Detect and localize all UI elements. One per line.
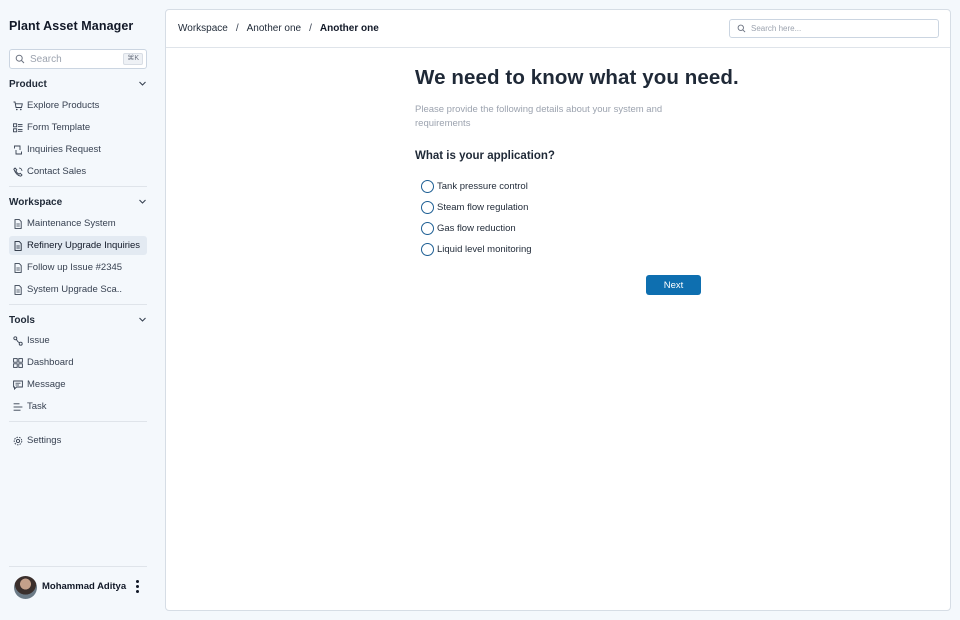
breadcrumb-separator: / [309,23,312,34]
chat-icon [13,380,23,390]
radio-label: Tank pressure control [437,181,528,192]
section-title: Product [9,78,47,90]
sidebar-item-settings[interactable]: Settings [9,431,147,450]
radio-label: Gas flow reduction [437,223,516,234]
user-profile[interactable]: Mohammad Aditya [9,566,147,606]
section-title: Tools [9,314,35,326]
radio-label: Liquid level monitoring [437,244,532,255]
section-header-product[interactable]: Product [9,76,147,92]
radio-option-gas-flow[interactable]: Gas flow reduction [421,218,715,239]
search-placeholder: Search here... [751,24,802,33]
chevron-down-icon[interactable] [138,193,147,211]
section-title: Workspace [9,196,63,208]
layout-icon [13,122,23,133]
document-icon [13,240,23,251]
radio-button[interactable] [421,201,434,214]
divider [9,304,147,305]
section-header-tools[interactable]: Tools [9,312,147,328]
form-content: We need to know what you need. Please pr… [415,66,739,260]
search-placeholder: Search [30,53,62,65]
sidebar-item-label: Task [27,401,47,412]
sidebar-search-input[interactable]: Search ⌘K [9,49,147,69]
document-icon [13,262,23,273]
breadcrumb-current: Another one [319,23,379,34]
sidebar: Plant Asset Manager Search ⌘K Product Ex… [0,0,156,620]
breadcrumb-item[interactable]: Another one [247,23,302,34]
radio-button[interactable] [421,222,434,235]
radio-group: Tank pressure control Steam flow regulat… [421,176,715,260]
divider [9,421,147,422]
sidebar-item-label: Settings [27,435,62,446]
top-search-input[interactable]: Search here... [729,19,939,38]
sidebar-item-label: Issue [27,335,50,346]
page-title: We need to know what you need. [415,66,739,89]
sidebar-item-label: Form Template [27,122,91,133]
section-header-workspace[interactable]: Workspace [9,194,147,210]
search-icon [15,54,25,64]
sidebar-item-label: System Upgrade Sca.. [27,284,123,295]
question-title: What is your application? [415,150,555,162]
gear-icon [13,436,23,446]
sidebar-item-label: Dashboard [27,357,74,368]
radio-option-liquid-level[interactable]: Liquid level monitoring [421,239,715,260]
top-bar: Workspace / Another one / Another one Se… [166,10,950,48]
sidebar-item-label: Refinery Upgrade Inquiries [27,240,141,251]
grid-icon [13,357,23,368]
sidebar-item-follow-up-issue[interactable]: Follow up Issue #2345 [9,258,147,277]
sidebar-item-label: Maintenance System [27,218,116,229]
refresh-icon [13,145,23,155]
radio-button[interactable] [421,243,434,256]
document-icon [13,218,23,229]
page-subtitle: Please provide the following details abo… [415,104,663,129]
document-icon [13,284,23,295]
radio-option-steam-flow[interactable]: Steam flow regulation [421,197,715,218]
user-name: Mohammad Aditya [42,581,127,592]
breadcrumb-separator: / [235,23,239,34]
shortcut-badge: ⌘K [123,53,143,65]
cart-icon [13,101,23,111]
sidebar-item-system-upgrade[interactable]: System Upgrade Sca.. [9,280,147,299]
sidebar-item-label: Inquiries Request [27,144,101,155]
avatar [14,576,37,599]
radio-button[interactable] [421,180,434,193]
breadcrumb: Workspace / Another one / Another one [178,23,379,34]
next-button[interactable]: Next [646,275,701,295]
sidebar-item-inquiries-request[interactable]: Inquiries Request [9,140,147,159]
sidebar-item-label: Contact Sales [27,166,87,177]
radio-option-tank-pressure[interactable]: Tank pressure control [421,176,715,197]
sidebar-item-contact-sales[interactable]: Contact Sales [9,162,147,181]
app-title: Plant Asset Manager [9,19,134,33]
sidebar-item-form-template[interactable]: Form Template [9,118,147,137]
sidebar-item-explore-products[interactable]: Explore Products [9,96,147,115]
search-icon [737,20,746,38]
sidebar-item-label: Explore Products [27,100,100,111]
radio-label: Steam flow regulation [437,202,529,213]
sidebar-item-dashboard[interactable]: Dashboard [9,353,147,372]
main-panel: Workspace / Another one / Another one Se… [165,9,951,611]
sidebar-item-issue[interactable]: Issue [9,331,147,350]
sidebar-item-refinery-upgrade-inquiries[interactable]: Refinery Upgrade Inquiries [9,236,147,255]
list-icon [13,402,23,412]
chevron-down-icon[interactable] [138,311,147,329]
sidebar-item-label: Message [27,379,66,390]
sidebar-item-maintenance-system[interactable]: Maintenance System [9,214,147,233]
sidebar-item-message[interactable]: Message [9,375,147,394]
link-icon [13,335,23,346]
more-options-icon[interactable] [136,580,139,593]
sidebar-item-label: Follow up Issue #2345 [27,262,123,273]
chevron-down-icon[interactable] [138,75,147,93]
breadcrumb-item[interactable]: Workspace [178,23,228,34]
sidebar-item-task[interactable]: Task [9,397,147,416]
divider [9,186,147,187]
phone-icon [13,166,23,177]
